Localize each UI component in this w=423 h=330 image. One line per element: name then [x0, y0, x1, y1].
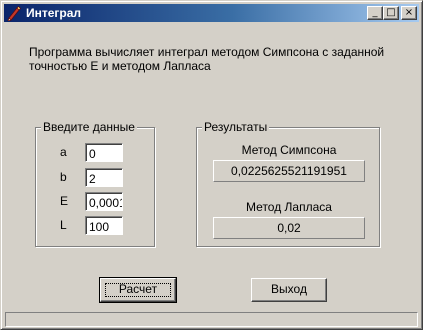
- input-group-label: Введите данные: [41, 120, 137, 134]
- laplace-result: 0,02: [213, 217, 365, 239]
- close-icon: ×: [404, 7, 414, 18]
- program-description: Программа вычисляет интеграл методом Сим…: [29, 45, 385, 73]
- laplace-label: Метод Лапласа: [246, 200, 332, 214]
- minimize-icon: _: [372, 7, 378, 18]
- label-e: E: [60, 194, 69, 208]
- e-input[interactable]: [85, 192, 123, 211]
- pencil-icon: [7, 6, 21, 21]
- status-bar: [5, 312, 418, 327]
- results-groupbox: Результаты Метод Симпсона 0,022562552119…: [196, 120, 380, 247]
- label-a: a: [60, 145, 67, 159]
- l-input[interactable]: [85, 216, 123, 235]
- exit-button-label: Выход: [271, 282, 307, 296]
- title-bar[interactable]: Интеграл _ □ ×: [4, 4, 419, 22]
- maximize-icon: □: [386, 7, 396, 18]
- results-group-label: Результаты: [202, 120, 270, 134]
- exit-button[interactable]: Выход: [251, 278, 327, 302]
- b-input[interactable]: [85, 168, 123, 187]
- maximize-button[interactable]: □: [383, 6, 399, 20]
- label-l: L: [60, 218, 67, 232]
- label-b: b: [60, 170, 67, 184]
- main-window: Интеграл _ □ × Программа вычисляет интег…: [0, 0, 423, 330]
- simpson-result: 0,0225625521191951: [213, 160, 365, 182]
- a-input[interactable]: [85, 143, 123, 162]
- focus-rectangle: [105, 283, 171, 297]
- simpson-label: Метод Симпсона: [241, 143, 337, 157]
- close-button[interactable]: ×: [401, 6, 417, 20]
- calculate-button[interactable]: Расчет: [99, 277, 177, 303]
- window-title: Интеграл: [26, 6, 82, 20]
- input-groupbox: Введите данные a b E L: [35, 120, 155, 247]
- minimize-button[interactable]: _: [367, 6, 383, 20]
